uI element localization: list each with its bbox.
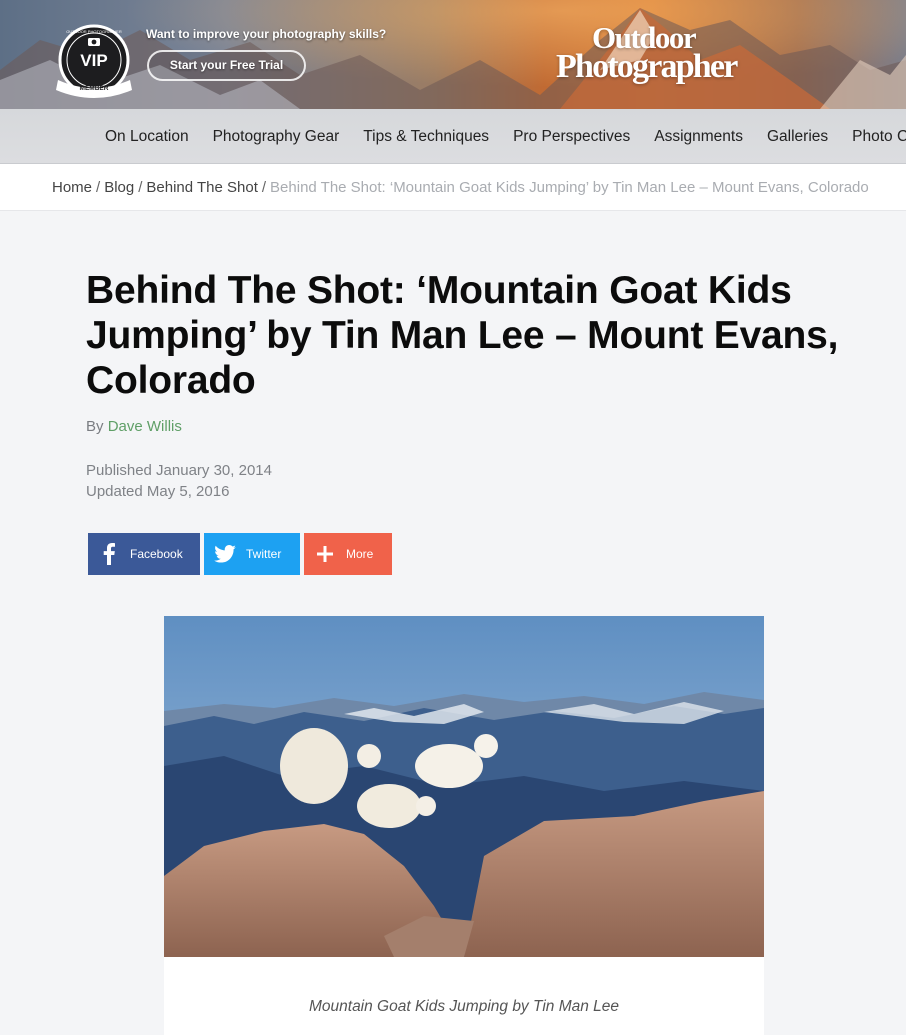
breadcrumb-blog[interactable]: Blog <box>104 179 134 196</box>
byline-prefix: By <box>86 418 104 435</box>
article-title: Behind The Shot: ‘Mountain Goat Kids Jum… <box>86 269 839 402</box>
share-facebook-button[interactable]: Facebook <box>88 533 200 575</box>
nav-item-on-location[interactable]: On Location <box>105 128 189 146</box>
breadcrumb-home[interactable]: Home <box>52 179 92 196</box>
share-facebook-label: Facebook <box>130 547 183 561</box>
share-twitter-label: Twitter <box>246 547 282 561</box>
main-nav: On Location Photography Gear Tips & Tech… <box>0 109 906 164</box>
header-banner: VIP MEMBER OUTDOOR PHOTOGRAPHER Want to … <box>0 0 906 109</box>
free-trial-button[interactable]: Start your Free Trial <box>147 50 306 81</box>
article-photo <box>164 616 764 957</box>
plus-icon <box>304 533 346 575</box>
twitter-icon <box>204 533 246 575</box>
share-more-label: More <box>346 547 374 561</box>
published-date: Published January 30, 2014 <box>86 462 272 479</box>
breadcrumb-separator: / <box>96 179 101 196</box>
mountain-goat-photo <box>164 616 764 957</box>
share-bar: Facebook Twitter More <box>88 533 396 575</box>
nav-item-photo-contests[interactable]: Photo Contests <box>852 128 906 146</box>
nav-item-pro-perspectives[interactable]: Pro Perspectives <box>513 128 630 146</box>
share-more-button[interactable]: More <box>304 533 392 575</box>
vip-badge-icon: VIP MEMBER OUTDOOR PHOTOGRAPHER <box>56 24 132 98</box>
byline: By Dave Willis <box>86 418 182 435</box>
photo-caption: Mountain Goat Kids Jumping by Tin Man Le… <box>308 998 620 1015</box>
nav-item-photography-gear[interactable]: Photography Gear <box>213 128 340 146</box>
facebook-icon <box>88 533 130 575</box>
nav-item-assignments[interactable]: Assignments <box>654 128 743 146</box>
promo-text: Want to improve your photography skills? <box>146 27 387 41</box>
logo-line-2: Photographer <box>556 48 738 85</box>
breadcrumb-separator: / <box>138 179 143 196</box>
breadcrumb-current: Behind The Shot: ‘Mountain Goat Kids Jum… <box>270 179 869 196</box>
vip-badge-ring-text: OUTDOOR PHOTOGRAPHER <box>66 29 122 34</box>
photo-caption-box: Mountain Goat Kids Jumping by Tin Man Le… <box>164 957 764 1035</box>
breadcrumb-behind-the-shot[interactable]: Behind The Shot <box>146 179 257 196</box>
article-dates: Published January 30, 2014 Updated May 5… <box>86 460 272 502</box>
vip-badge-title: VIP <box>80 51 107 70</box>
site-logo[interactable]: Outdoor Photographer <box>552 22 742 85</box>
author-link[interactable]: Dave Willis <box>108 418 182 435</box>
updated-date: Updated May 5, 2016 <box>86 483 230 500</box>
breadcrumb-bar: Home / Blog / Behind The Shot / Behind The Sho… <box>0 164 906 211</box>
nav-item-tips-techniques[interactable]: Tips & Techniques <box>363 128 489 146</box>
vip-member-badge[interactable]: VIP MEMBER OUTDOOR PHOTOGRAPHER <box>52 24 136 102</box>
share-twitter-button[interactable]: Twitter <box>204 533 300 575</box>
vip-badge-ribbon: MEMBER <box>80 85 109 92</box>
nav-item-galleries[interactable]: Galleries <box>767 128 828 146</box>
breadcrumb-separator: / <box>261 179 267 196</box>
breadcrumb: Home / Blog / Behind The Shot / Behind The Sho… <box>52 179 869 196</box>
